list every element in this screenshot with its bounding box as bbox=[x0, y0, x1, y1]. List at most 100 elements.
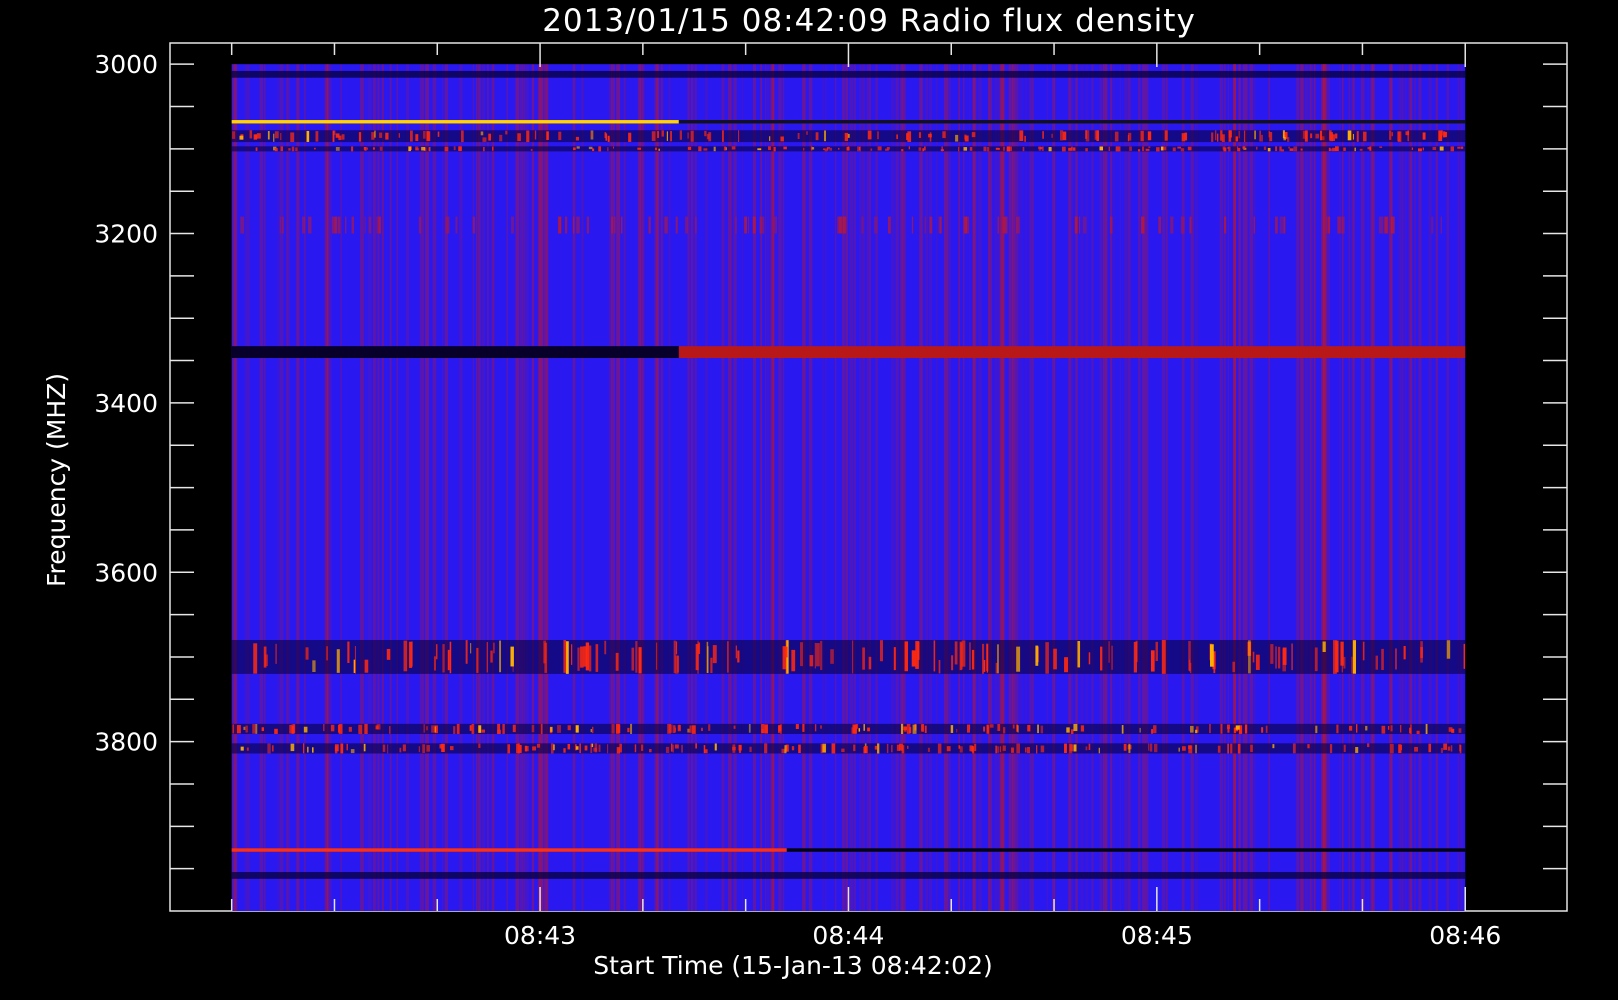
band-speck bbox=[573, 147, 576, 151]
band-speck bbox=[1352, 133, 1354, 140]
band-speck bbox=[971, 745, 974, 752]
band-speck bbox=[456, 723, 460, 734]
chart-title: 2013/01/15 08:42:09 Radio flux density bbox=[542, 3, 1196, 39]
band-speck bbox=[1232, 661, 1236, 673]
striation bbox=[459, 64, 463, 912]
striation bbox=[1313, 64, 1316, 912]
band-speck bbox=[748, 724, 751, 733]
striation bbox=[326, 64, 329, 912]
band-speck bbox=[1172, 147, 1176, 152]
striation bbox=[1029, 64, 1032, 912]
band-speck bbox=[863, 746, 868, 754]
striation bbox=[619, 64, 621, 912]
band-speck bbox=[630, 723, 633, 735]
band-speck bbox=[431, 725, 436, 733]
band-speck bbox=[1149, 743, 1153, 752]
band-speck bbox=[604, 132, 607, 139]
band-segment-late bbox=[678, 120, 1466, 124]
band-speck bbox=[1003, 146, 1005, 151]
band-speck bbox=[868, 656, 872, 670]
band-speck bbox=[592, 726, 594, 734]
band-speck bbox=[1156, 147, 1160, 152]
band-speck bbox=[1292, 743, 1296, 754]
band-speck bbox=[526, 130, 530, 143]
band-speck bbox=[1161, 640, 1166, 674]
striation bbox=[1112, 64, 1116, 912]
band-speck bbox=[1347, 130, 1352, 141]
band-speck bbox=[698, 146, 702, 152]
band-speck bbox=[938, 659, 941, 674]
band-speck bbox=[760, 216, 765, 234]
band-speck bbox=[1238, 130, 1240, 139]
band-speck bbox=[1119, 146, 1121, 152]
y-tick-label: 3000 bbox=[94, 50, 158, 79]
frequency-band bbox=[231, 743, 1466, 754]
band-speck bbox=[896, 134, 899, 140]
band-speck bbox=[1129, 146, 1132, 151]
band-speck bbox=[1447, 746, 1451, 751]
band-speck bbox=[995, 745, 998, 754]
band-speck bbox=[1283, 216, 1286, 234]
band-segment-early bbox=[231, 120, 679, 124]
striation bbox=[988, 64, 993, 912]
band-speck bbox=[1148, 146, 1151, 149]
band-speck bbox=[722, 130, 724, 142]
band-speck bbox=[323, 723, 325, 732]
band-speck bbox=[1073, 723, 1078, 732]
striation bbox=[1190, 64, 1194, 912]
band-speck bbox=[243, 726, 246, 730]
band-speck bbox=[240, 216, 245, 234]
band-speck bbox=[1420, 647, 1423, 659]
band-speck bbox=[921, 724, 923, 732]
band-speck bbox=[634, 744, 637, 753]
frequency-band bbox=[231, 130, 1466, 143]
band-speck bbox=[288, 148, 291, 151]
band-speck bbox=[1367, 147, 1371, 150]
band-speck bbox=[346, 743, 348, 751]
band-speck bbox=[1244, 130, 1246, 143]
band-speck bbox=[280, 146, 284, 152]
band-speck bbox=[908, 146, 910, 150]
band-speck bbox=[664, 216, 668, 234]
striation bbox=[623, 64, 626, 912]
band-speck bbox=[989, 724, 994, 728]
striation bbox=[868, 64, 872, 912]
band-speck bbox=[891, 744, 893, 753]
band-speck bbox=[1291, 643, 1293, 671]
band-speck bbox=[256, 133, 261, 139]
band-speck bbox=[858, 146, 861, 151]
striation bbox=[1446, 64, 1450, 912]
band-speck bbox=[444, 146, 449, 152]
band-speck bbox=[1235, 136, 1238, 142]
band-speck bbox=[657, 131, 659, 138]
band-speck bbox=[1140, 130, 1144, 142]
band-speck bbox=[958, 146, 960, 152]
band-segment-early bbox=[231, 848, 787, 852]
band-speck bbox=[1041, 146, 1044, 151]
striation bbox=[1021, 64, 1023, 912]
striation bbox=[687, 64, 690, 912]
band-speck bbox=[312, 660, 316, 673]
band-speck bbox=[1221, 134, 1225, 142]
band-speck bbox=[933, 640, 936, 672]
band-speck bbox=[435, 644, 438, 660]
band-speck bbox=[1053, 648, 1057, 670]
band-speck bbox=[558, 131, 562, 141]
striation bbox=[425, 64, 429, 912]
y-tick-label: 3200 bbox=[94, 220, 158, 249]
band-speck bbox=[1121, 725, 1124, 734]
band-speck bbox=[1064, 657, 1069, 673]
band-speck bbox=[681, 744, 683, 753]
band-speck bbox=[1170, 216, 1174, 234]
band-speck bbox=[308, 216, 312, 234]
band-speck bbox=[861, 216, 864, 234]
band-speck bbox=[347, 641, 350, 664]
band-speck bbox=[1438, 130, 1443, 142]
band-speck bbox=[550, 726, 553, 732]
band-speck bbox=[364, 216, 366, 234]
band-speck bbox=[705, 749, 708, 754]
band-speck bbox=[449, 641, 452, 674]
band-speck bbox=[924, 725, 927, 734]
band-speck bbox=[997, 644, 999, 674]
band-speck bbox=[1141, 216, 1145, 234]
